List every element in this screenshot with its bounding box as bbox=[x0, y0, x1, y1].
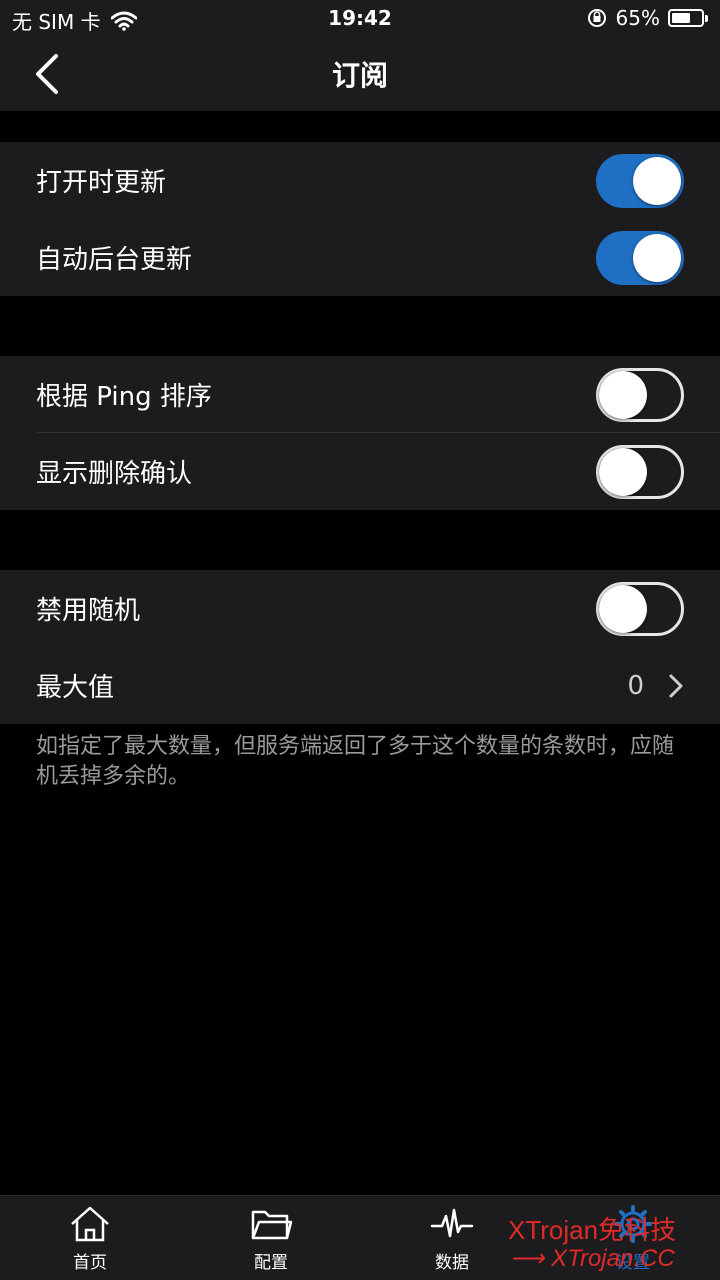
toggle-knob bbox=[599, 370, 647, 419]
tab-label: 配置 bbox=[254, 1253, 288, 1273]
navigation-bar: 订阅 bbox=[0, 36, 720, 111]
sort-by-ping-toggle[interactable] bbox=[596, 367, 684, 422]
tab-data[interactable]: 数据 bbox=[392, 1204, 512, 1273]
tab-label: 数据 bbox=[435, 1253, 469, 1273]
disable-random-toggle[interactable] bbox=[596, 581, 684, 636]
watermark-text: XTrojan免科技 bbox=[508, 1215, 677, 1245]
watermark-url: ⟶ XTrojan.CC bbox=[510, 1245, 675, 1272]
setting-row-auto-background-update[interactable]: 自动后台更新 bbox=[0, 219, 720, 296]
orientation-lock-icon bbox=[587, 9, 606, 27]
setting-row-max-value[interactable]: 最大值 0 bbox=[0, 647, 720, 724]
auto-background-update-toggle[interactable] bbox=[596, 230, 684, 285]
max-value: 0 bbox=[627, 670, 644, 701]
settings-group-update: 打开时更新 自动后台更新 bbox=[0, 142, 720, 296]
toggle-knob bbox=[633, 233, 681, 282]
toggle-knob bbox=[599, 584, 647, 633]
settings-group-display: 根据 Ping 排序 显示删除确认 bbox=[0, 356, 720, 510]
watermark-url-text: XTrojan.CC bbox=[551, 1245, 675, 1272]
page-title: 订阅 bbox=[331, 59, 388, 92]
battery-percent: 65% bbox=[615, 6, 660, 30]
setting-label: 显示删除确认 bbox=[36, 459, 193, 489]
setting-row-sort-by-ping[interactable]: 根据 Ping 排序 bbox=[0, 356, 720, 433]
folder-icon bbox=[251, 1210, 293, 1240]
status-bar: 无 SIM 卡 19:42 65% bbox=[0, 0, 720, 36]
setting-label: 根据 Ping 排序 bbox=[36, 382, 212, 412]
home-icon bbox=[71, 1206, 109, 1242]
setting-label: 最大值 bbox=[36, 673, 115, 703]
setting-row-show-delete-confirm[interactable]: 显示删除确认 bbox=[0, 433, 720, 510]
setting-label: 禁用随机 bbox=[36, 596, 141, 626]
battery-level bbox=[672, 13, 690, 23]
footnote-text: 如指定了最大数量，但服务端返回了多于这个数量的条数时，应随机丢掉多余的。 bbox=[36, 734, 675, 789]
tab-label: 首页 bbox=[73, 1253, 107, 1273]
setting-label: 自动后台更新 bbox=[36, 245, 193, 275]
toggle-knob bbox=[633, 156, 681, 205]
chevron-right-icon bbox=[669, 674, 683, 697]
tab-config[interactable]: 配置 bbox=[211, 1204, 331, 1273]
setting-row-disable-random[interactable]: 禁用随机 bbox=[0, 570, 720, 647]
toggle-knob bbox=[599, 447, 647, 496]
update-on-open-toggle[interactable] bbox=[596, 153, 684, 208]
show-delete-confirm-toggle[interactable] bbox=[596, 444, 684, 499]
setting-label: 打开时更新 bbox=[36, 168, 167, 198]
pulse-icon bbox=[430, 1208, 474, 1238]
battery-icon bbox=[668, 9, 708, 27]
tab-home[interactable]: 首页 bbox=[30, 1204, 150, 1273]
settings-group-random: 禁用随机 最大值 0 bbox=[0, 570, 720, 724]
setting-row-update-on-open[interactable]: 打开时更新 bbox=[0, 142, 720, 219]
